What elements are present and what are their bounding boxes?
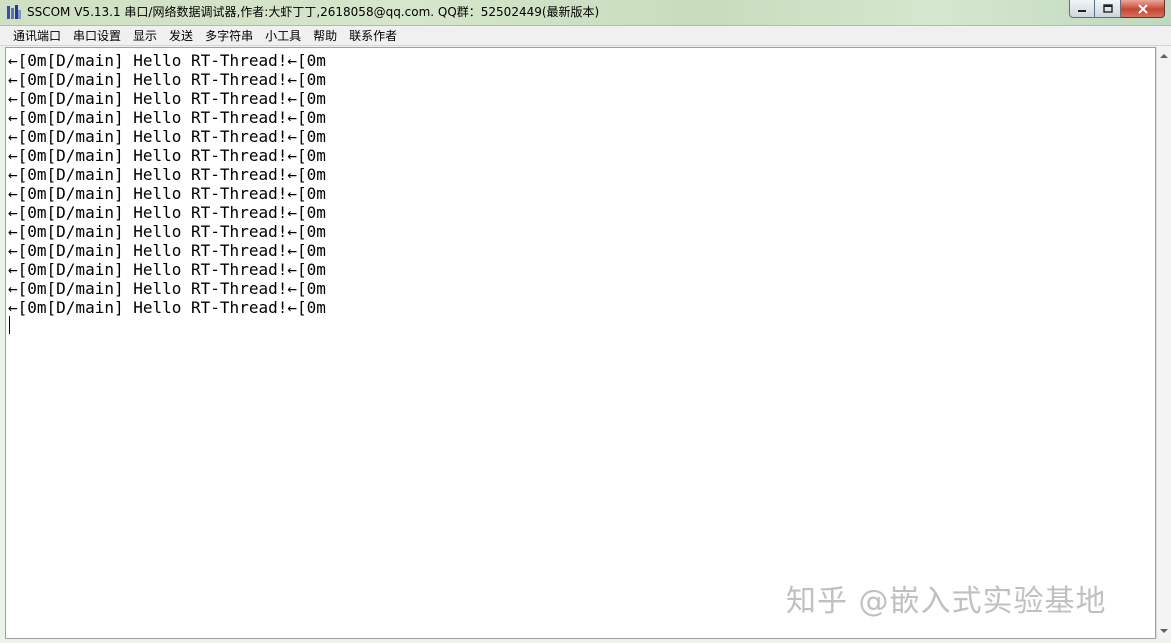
receive-line: ←[0m[D/main] Hello RT-Thread!←[0m [8, 165, 326, 184]
vertical-scrollbar[interactable] [1156, 47, 1171, 639]
receive-line: ←[0m[D/main] Hello RT-Thread!←[0m [8, 89, 326, 108]
window-title: SSCOM V5.13.1 串口/网络数据调试器,作者:大虾丁丁,2618058… [27, 5, 600, 19]
zhihu-watermark: 知乎 @嵌入式实验基地 [786, 584, 1107, 619]
menu-display[interactable]: 显示 [127, 27, 163, 45]
menu-bar: 通讯端口 串口设置 显示 发送 多字符串 小工具 帮助 联系作者 [0, 26, 1171, 46]
menu-tools[interactable]: 小工具 [259, 27, 307, 45]
menu-serial-settings[interactable]: 串口设置 [67, 27, 127, 45]
menu-comm-port[interactable]: 通讯端口 [7, 27, 67, 45]
sscom-app-icon [7, 5, 21, 19]
minimize-icon [1078, 9, 1086, 12]
receive-line: ←[0m[D/main] Hello RT-Thread!←[0m [8, 241, 326, 260]
receive-line: ←[0m[D/main] Hello RT-Thread!←[0m [8, 203, 326, 222]
maximize-button[interactable] [1095, 0, 1121, 18]
receive-line: ←[0m[D/main] Hello RT-Thread!←[0m [8, 298, 326, 317]
receive-line: ←[0m[D/main] Hello RT-Thread!←[0m [8, 260, 326, 279]
title-bar[interactable]: SSCOM V5.13.1 串口/网络数据调试器,作者:大虾丁丁,2618058… [0, 0, 1171, 26]
receive-line: ←[0m[D/main] Hello RT-Thread!←[0m [8, 70, 326, 89]
close-icon [1137, 3, 1148, 14]
receive-line: ←[0m[D/main] Hello RT-Thread!←[0m [8, 108, 326, 127]
receive-line: ←[0m[D/main] Hello RT-Thread!←[0m [8, 279, 326, 298]
receive-line: ←[0m[D/main] Hello RT-Thread!←[0m [8, 184, 326, 203]
menu-send[interactable]: 发送 [163, 27, 199, 45]
scroll-down-button[interactable] [1157, 622, 1171, 639]
window-controls [1069, 0, 1165, 19]
chevron-up-icon [1160, 53, 1168, 58]
receive-line: ←[0m[D/main] Hello RT-Thread!←[0m [8, 127, 326, 146]
menu-help[interactable]: 帮助 [307, 27, 343, 45]
scroll-up-button[interactable] [1157, 47, 1171, 64]
text-caret [9, 316, 10, 334]
receive-text-area[interactable]: ←[0m[D/main] Hello RT-Thread!←[0m ←[0m[D… [5, 47, 1156, 639]
minimize-button[interactable] [1069, 0, 1095, 18]
receive-line: ←[0m[D/main] Hello RT-Thread!←[0m [8, 146, 326, 165]
menu-contact-author[interactable]: 联系作者 [343, 27, 403, 45]
maximize-icon [1102, 3, 1113, 13]
receive-line: ←[0m[D/main] Hello RT-Thread!←[0m [8, 222, 326, 241]
menu-multi-string[interactable]: 多字符串 [199, 27, 259, 45]
chevron-down-icon [1160, 628, 1168, 633]
receive-line: ←[0m[D/main] Hello RT-Thread!←[0m [8, 51, 326, 70]
close-button[interactable] [1121, 0, 1165, 18]
